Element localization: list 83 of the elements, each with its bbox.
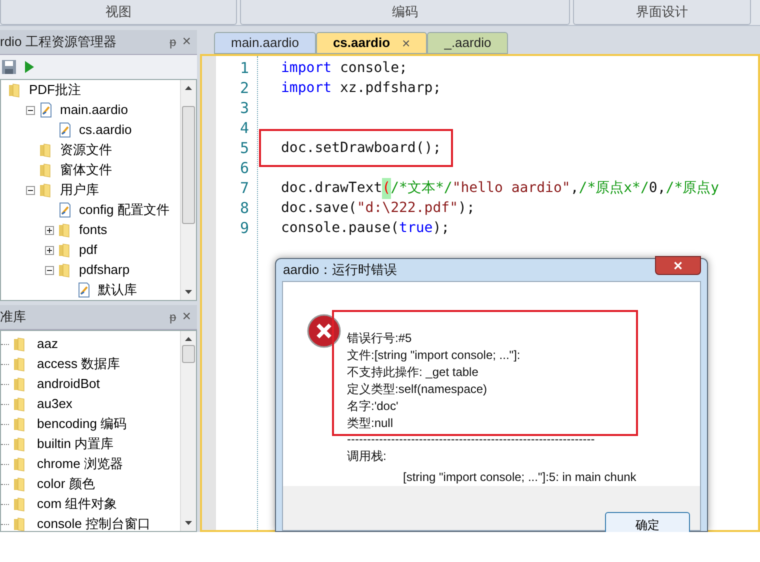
dialog-title: aardio：运行时错误	[283, 261, 398, 280]
line-number: 1	[238, 58, 250, 78]
pin-button[interactable]: ᵽ	[170, 33, 176, 51]
tree-item[interactable]: 资源文件	[60, 140, 112, 160]
line-number: 9	[238, 218, 250, 238]
expander-toggle[interactable]	[45, 246, 54, 254]
message-line: 错误行号:#5	[347, 330, 413, 347]
scroll-up-icon[interactable]	[185, 86, 192, 90]
scroll-down-icon[interactable]	[185, 521, 192, 525]
file-tab[interactable]: _.aardio	[427, 32, 508, 54]
close-button[interactable]: ×	[182, 306, 191, 328]
message-line: 定义类型:self(namespace)	[347, 381, 488, 398]
tree-item[interactable]: cs.aardio	[79, 120, 132, 140]
library-item[interactable]: chrome 浏览器	[37, 454, 123, 474]
ribbon-group-label: 视图	[0, 0, 237, 25]
expander-toggle[interactable]	[45, 266, 54, 274]
script-file-icon	[57, 122, 73, 138]
library-item[interactable]: au3ex	[37, 394, 72, 414]
stack-label: 调用栈:	[347, 448, 388, 465]
tab-label: _.aardio	[444, 34, 492, 52]
scroll-up-icon[interactable]	[185, 337, 192, 341]
tree-item[interactable]: config 配置文件	[79, 200, 170, 220]
line-number: 2	[238, 78, 250, 98]
script-file-icon	[38, 102, 54, 118]
expander-toggle[interactable]	[45, 226, 54, 234]
line-number: 7	[238, 178, 250, 198]
file-tab[interactable]: cs.aardio ×	[316, 32, 428, 54]
panel-title: rdio 工程资源管理器	[0, 33, 118, 52]
line-number: 4	[238, 118, 250, 138]
message-line: 类型:null	[347, 415, 394, 432]
tree-item[interactable]: main.aardio	[60, 100, 128, 120]
panel-title: 准库	[0, 308, 27, 326]
message-line: 名字:'doc'	[347, 398, 400, 415]
tree-item[interactable]: fonts	[79, 220, 108, 240]
scrollbar[interactable]	[180, 80, 196, 300]
code-line: console.pause(true);	[280, 218, 450, 238]
close-tab-button[interactable]: ×	[402, 32, 410, 54]
line-number: 6	[238, 158, 250, 178]
tree-item[interactable]: pdf	[79, 240, 98, 260]
scrollbar-thumb[interactable]	[182, 106, 195, 224]
tab-label: main.aardio	[231, 34, 299, 52]
library-item[interactable]: androidBot	[37, 374, 100, 394]
tree-item[interactable]: 默认库	[98, 280, 137, 300]
message-line: 文件:[string "import console; ..."]:	[347, 347, 522, 364]
stack-trace: [string "import console; ..."]:5: in main chunk	[403, 469, 636, 486]
expander-toggle[interactable]	[26, 106, 35, 114]
library-item[interactable]: aaz	[37, 334, 58, 354]
ribbon-group-label: 界面设计	[573, 0, 751, 25]
tree-item[interactable]: pdfsharp	[79, 260, 130, 280]
ribbon-group-label: 编码	[240, 0, 570, 25]
tree-item[interactable]: PDF批注	[29, 80, 81, 100]
script-file-icon	[76, 282, 92, 298]
file-tab[interactable]: main.aardio	[214, 32, 316, 54]
tree-item[interactable]: 窗体文件	[60, 160, 112, 180]
code-line: import console;	[280, 58, 408, 78]
script-file-icon	[57, 202, 73, 218]
line-number: 3	[238, 98, 250, 118]
library-item[interactable]: com 组件对象	[37, 494, 118, 514]
code-line: doc.save("d:\222.pdf");	[280, 198, 475, 218]
separator-line: --------------------------------------------------------------	[347, 434, 596, 444]
code-line: doc.setDrawboard();	[261, 131, 452, 165]
close-button[interactable]: ×	[182, 30, 191, 54]
tree-item[interactable]: 用户库	[60, 180, 99, 200]
save-icon[interactable]	[1, 59, 17, 75]
expander-toggle[interactable]	[26, 186, 35, 194]
library-item[interactable]: builtin 内置库	[37, 434, 114, 454]
pin-button[interactable]: ᵽ	[170, 308, 176, 326]
run-icon[interactable]	[23, 60, 35, 74]
error-icon	[307, 314, 341, 348]
line-number: 5	[238, 138, 250, 158]
scrollbar-thumb[interactable]	[182, 345, 195, 363]
library-item[interactable]: access 数据库	[37, 354, 120, 374]
code-line: doc.drawText(/*文本*/"hello aardio",/*原点x*/0,/*原点y	[262, 178, 720, 198]
library-item[interactable]: color 颜色	[37, 474, 95, 494]
scrollbar[interactable]	[180, 331, 196, 531]
line-number: 8	[238, 198, 250, 218]
scroll-down-icon[interactable]	[185, 290, 192, 294]
tab-label: cs.aardio	[332, 34, 390, 52]
close-button[interactable]: ✕	[655, 256, 701, 274]
code-line: import xz.pdfsharp;	[280, 78, 442, 98]
library-item[interactable]: bencoding 编码	[37, 414, 127, 434]
library-item[interactable]: console 控制台窗口	[37, 514, 150, 531]
message-line: 不支持此操作: _get table	[347, 364, 480, 381]
